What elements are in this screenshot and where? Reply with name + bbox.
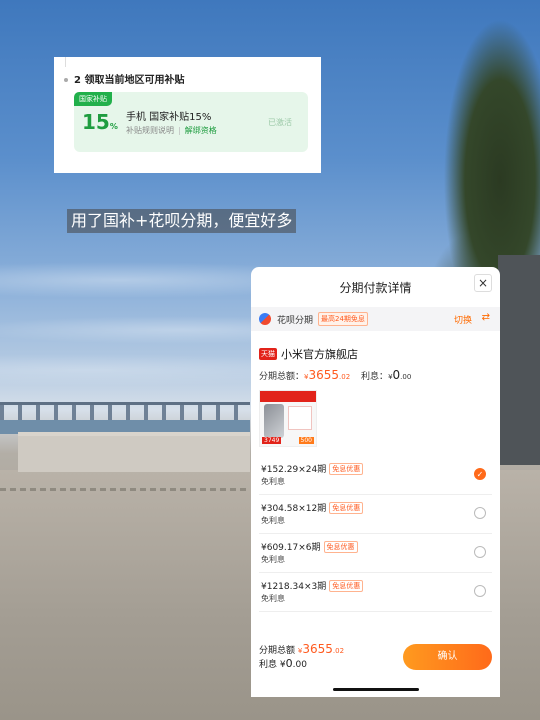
plan-option-3[interactable]: ¥1218.34×3期 免息优惠 免利息 bbox=[259, 573, 492, 612]
huabei-icon bbox=[259, 313, 271, 325]
interest-decimal: .00 bbox=[400, 373, 412, 381]
plan-note: 免利息 bbox=[261, 516, 285, 525]
subsidy-step-text: 2 领取当前地区可用补贴 bbox=[74, 75, 185, 86]
plan-amount: ¥1218.34×3期 bbox=[261, 582, 327, 592]
product-discount: 500 bbox=[298, 437, 314, 444]
footer-interest-label: 利息 bbox=[259, 660, 278, 670]
footer-total-label: 分期总额 bbox=[259, 646, 296, 656]
background-fountain-basin bbox=[18, 432, 250, 472]
subsidy-links: 补贴规则说明 | 解绑资格 bbox=[126, 125, 217, 136]
subsidy-step-title: 2 领取当前地区可用补贴 bbox=[64, 71, 184, 86]
background-pavement-line bbox=[0, 488, 250, 491]
plan-amount: ¥304.58×12期 bbox=[261, 504, 327, 514]
total-decimal: .02 bbox=[339, 373, 351, 381]
plan-badge: 免息优惠 bbox=[329, 463, 364, 475]
product-promo-card bbox=[288, 406, 312, 430]
payment-badge: 最高24期免息 bbox=[318, 312, 368, 326]
plan-badge: 免息优惠 bbox=[329, 502, 364, 514]
interest-group: 利息：¥0.00 bbox=[361, 368, 412, 382]
switch-button[interactable]: 切换 bbox=[454, 313, 472, 326]
plan-line: ¥609.17×6期 免息优惠 bbox=[261, 540, 358, 553]
plan-option-6[interactable]: ¥609.17×6期 免息优惠 免利息 bbox=[259, 534, 492, 573]
subsidy-card: 2 领取当前地区可用补贴 国家补贴 15% 手机 国家补贴15% 补贴规则说明 |… bbox=[54, 57, 321, 173]
footer-interest: 利息 ¥0.00 bbox=[259, 657, 307, 670]
subsidy-coupon[interactable]: 国家补贴 15% 手机 国家补贴15% 补贴规则说明 | 解绑资格 已激活 bbox=[74, 92, 308, 152]
tmall-badge: 天猫 bbox=[259, 347, 277, 360]
total-label: 分期总额： bbox=[259, 372, 305, 382]
installment-total-row: 分期总额：¥3655.02 利息：¥0.00 bbox=[259, 368, 411, 382]
payment-method-name: 花呗分期 bbox=[277, 316, 314, 326]
subsidy-tag: 国家补贴 bbox=[74, 92, 112, 106]
unbind-link[interactable]: 解绑资格 bbox=[185, 126, 217, 135]
product-thumbnail: 3749 500 bbox=[259, 390, 317, 447]
link-separator: | bbox=[178, 126, 181, 135]
plan-line: ¥304.58×12期 免息优惠 bbox=[261, 501, 364, 514]
footer-total-decimal: .02 bbox=[332, 647, 345, 655]
plan-note: 免利息 bbox=[261, 594, 285, 603]
home-indicator[interactable] bbox=[333, 688, 419, 691]
plan-option-24[interactable]: ¥152.29×24期 免息优惠 免利息 ✓ bbox=[259, 456, 492, 495]
confirm-button[interactable]: 确认 bbox=[403, 644, 492, 670]
step-connector bbox=[65, 57, 66, 67]
close-icon[interactable]: × bbox=[474, 274, 492, 292]
footer-total: 分期总额 ¥3655.02 bbox=[259, 642, 344, 656]
plan-badge: 免息优惠 bbox=[323, 541, 358, 553]
subsidy-percent-sign: % bbox=[109, 122, 118, 131]
sheet-title: 分期付款详情 bbox=[339, 281, 412, 295]
plan-badge: 免息优惠 bbox=[329, 580, 364, 592]
product-banner bbox=[260, 391, 316, 402]
radio-icon[interactable] bbox=[474, 585, 486, 597]
installment-sheet: 分期付款详情 × 花呗分期 最高24期免息 切换 ⇄ 天猫 小米官方旗舰店 分期总… bbox=[251, 267, 500, 697]
footer-total-amount: 3655 bbox=[302, 642, 333, 656]
plan-option-12[interactable]: ¥304.58×12期 免息优惠 免利息 bbox=[259, 495, 492, 534]
payment-method-row[interactable]: 花呗分期 最高24期免息 切换 ⇄ bbox=[251, 307, 500, 331]
plan-amount: ¥152.29×24期 bbox=[261, 465, 327, 475]
interest-label: 利息： bbox=[361, 372, 389, 382]
phone-image bbox=[264, 404, 284, 438]
plan-note: 免利息 bbox=[261, 555, 285, 564]
radio-icon[interactable] bbox=[474, 507, 486, 519]
product-price: 3749 bbox=[262, 437, 282, 444]
caption-text: 用了国补+花呗分期，便宜好多 bbox=[67, 209, 297, 233]
plan-note: 免利息 bbox=[261, 477, 285, 486]
plan-amount: ¥609.17×6期 bbox=[261, 543, 321, 553]
total-amount: 3655 bbox=[308, 368, 340, 382]
footer-interest-decimal: .00 bbox=[292, 660, 307, 670]
rules-link[interactable]: 补贴规则说明 bbox=[126, 126, 174, 135]
plan-line: ¥152.29×24期 免息优惠 bbox=[261, 462, 364, 475]
footer-interest-amount: 0 bbox=[285, 657, 293, 670]
subsidy-percent-value: 15 bbox=[82, 110, 110, 134]
store-name: 小米官方旗舰店 bbox=[281, 347, 358, 361]
radio-icon[interactable] bbox=[474, 546, 486, 558]
background-building-dark bbox=[498, 255, 540, 465]
switch-icon[interactable]: ⇄ bbox=[482, 312, 490, 323]
subsidy-percent: 15% bbox=[82, 110, 118, 134]
subsidy-status: 已激活 bbox=[268, 118, 292, 127]
store-row: 天猫 小米官方旗舰店 bbox=[259, 343, 358, 362]
step-dot-icon bbox=[64, 78, 68, 82]
subsidy-title: 手机 国家补贴15% bbox=[126, 112, 212, 123]
check-icon[interactable]: ✓ bbox=[474, 468, 486, 480]
plan-line: ¥1218.34×3期 免息优惠 bbox=[261, 579, 364, 592]
